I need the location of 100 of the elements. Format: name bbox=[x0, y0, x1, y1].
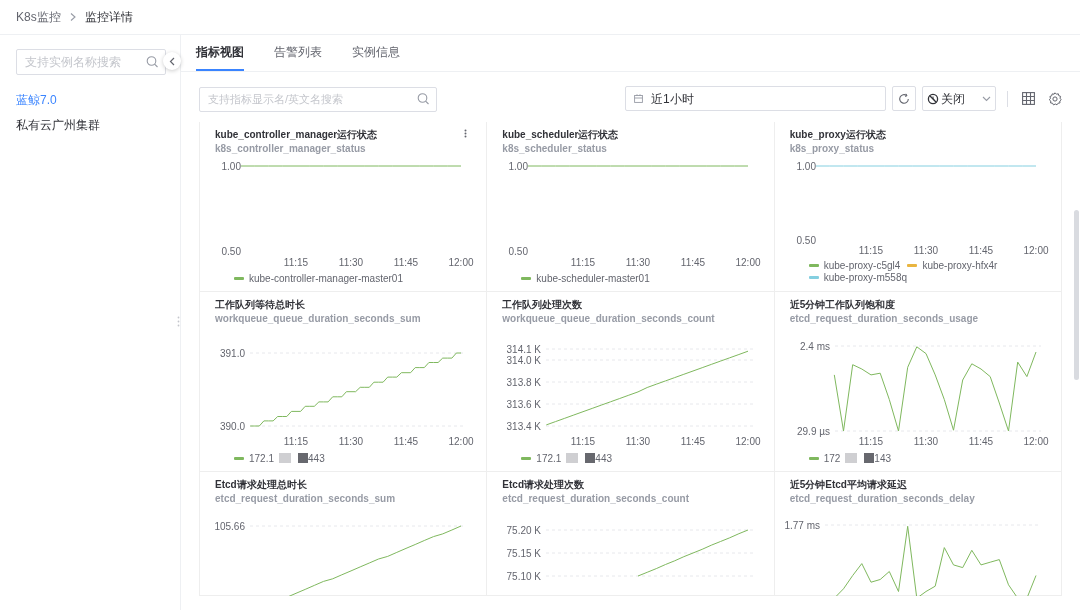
axis-tick-label: 11:45 bbox=[393, 256, 419, 268]
legend-label: 443 bbox=[308, 451, 325, 466]
chart-title: kube_controller_manager运行状态 bbox=[215, 128, 378, 142]
metric-name: etcd_request_duration_seconds_usage bbox=[789, 312, 979, 326]
axis-tick-label: 11:45 bbox=[681, 256, 706, 268]
breadcrumb-item[interactable]: K8s监控 bbox=[16, 8, 61, 26]
chart-title: kube_proxy运行状态 bbox=[789, 128, 886, 142]
chart-title: kube_scheduler运行状态 bbox=[502, 128, 619, 142]
chevron-down-icon bbox=[982, 95, 991, 102]
axis-tick-label: 75.10 K bbox=[506, 570, 542, 582]
legend-label: 143 bbox=[874, 451, 892, 466]
axis-tick-label: 11:15 bbox=[858, 435, 883, 447]
metric-name: etcd_request_duration_seconds_sum bbox=[215, 492, 396, 506]
axis-tick-label: 12:00 bbox=[448, 435, 474, 447]
axis-tick-label: 11:30 bbox=[913, 435, 938, 447]
metric-name: etcd_request_duration_seconds_count bbox=[502, 492, 690, 506]
collapse-button[interactable] bbox=[163, 52, 181, 70]
redaction-block bbox=[864, 453, 875, 463]
instance-item[interactable]: 私有云广州集群 bbox=[8, 112, 172, 137]
legend-label: kube-controller-manager-master01 bbox=[249, 271, 403, 286]
axis-tick-label: 75.15 K bbox=[506, 547, 542, 559]
legend-label: 172.1 bbox=[536, 451, 562, 466]
time-range-value: 近1小时 bbox=[651, 90, 694, 108]
search-field[interactable]: 支持实例名称搜索 bbox=[16, 49, 166, 75]
axis-tick-label: 11:30 bbox=[626, 256, 651, 268]
axis-tick-label: 0.50 bbox=[221, 245, 241, 257]
calendar-icon bbox=[634, 94, 643, 103]
metric-name: k8s_proxy_status bbox=[789, 142, 875, 156]
tab[interactable]: 实例信息 bbox=[352, 35, 400, 71]
legend-label: kube-proxy-hfx4r bbox=[922, 258, 998, 273]
axis-tick-label: 11:45 bbox=[968, 435, 993, 447]
auto-refresh-select[interactable]: 关闭 bbox=[922, 86, 996, 111]
axis-tick-label: 391.0 bbox=[219, 347, 245, 359]
metric-name: workqueue_queue_duration_seconds_sum bbox=[215, 312, 421, 326]
axis-tick-label: 1.00 bbox=[221, 160, 241, 172]
grid-layout-icon[interactable] bbox=[1022, 92, 1035, 105]
axis-tick-label: 11:15 bbox=[858, 244, 883, 256]
axis-tick-label: 313.8 K bbox=[506, 376, 542, 388]
axis-tick-label: 11:30 bbox=[626, 435, 651, 447]
axis-tick-label: 313.4 K bbox=[506, 420, 542, 432]
metric-name: etcd_request_duration_seconds_delay bbox=[789, 492, 975, 506]
settings-icon[interactable] bbox=[1048, 91, 1062, 106]
chart-title: 工作队列处理次数 bbox=[502, 298, 583, 312]
axis-tick-label: 314.0 K bbox=[506, 354, 542, 366]
axis-tick-label: 1.77 ms bbox=[784, 519, 820, 531]
axis-tick-label: 11:15 bbox=[571, 256, 596, 268]
axis-tick-label: 390.0 bbox=[219, 420, 245, 432]
tab[interactable]: 告警列表 bbox=[274, 35, 322, 71]
legend-label: kube-proxy-m558q bbox=[823, 271, 908, 285]
metric-name: k8s_controller_manager_status bbox=[215, 142, 366, 156]
scrollbar[interactable] bbox=[1074, 210, 1079, 380]
axis-tick-label: 11:30 bbox=[338, 435, 364, 447]
axis-tick-label: 11:45 bbox=[968, 244, 993, 256]
chart-title: Etcd请求处理总时长 bbox=[215, 478, 307, 492]
tab[interactable]: 指标视图 bbox=[196, 35, 244, 71]
axis-tick-label: 1.00 bbox=[508, 160, 529, 172]
redaction-block bbox=[298, 453, 309, 463]
axis-tick-label: 11:30 bbox=[913, 244, 938, 256]
metric-name: k8s_scheduler_status bbox=[502, 142, 607, 156]
redaction-block bbox=[585, 453, 596, 463]
auto-refresh-value: 关闭 bbox=[941, 90, 966, 108]
chart-title: 工作队列等待总时长 bbox=[215, 298, 305, 312]
chart-title: 近5分钟工作队列饱和度 bbox=[789, 298, 896, 312]
more-icon[interactable] bbox=[464, 129, 468, 138]
axis-tick-label: 12:00 bbox=[735, 435, 761, 447]
axis-tick-label: 11:30 bbox=[338, 256, 364, 268]
axis-tick-label: 11:45 bbox=[681, 435, 706, 447]
chevron-left-icon bbox=[169, 56, 175, 66]
axis-tick-label: 11:15 bbox=[571, 435, 596, 447]
axis-tick-label: 11:45 bbox=[393, 435, 419, 447]
axis-tick-label: 11:15 bbox=[283, 256, 309, 268]
legend-label: 172.1 bbox=[249, 451, 275, 466]
timer-off-icon bbox=[927, 92, 939, 105]
search-icon bbox=[146, 55, 159, 69]
refresh-icon bbox=[898, 92, 910, 105]
breadcrumb-item: 监控详情 bbox=[84, 9, 133, 26]
axis-tick-label: 75.20 K bbox=[506, 524, 542, 536]
legend-label: 172 bbox=[823, 451, 841, 466]
axis-tick-label: 29.9 µs bbox=[796, 425, 830, 437]
search-icon bbox=[417, 92, 430, 105]
chevron-right-icon bbox=[68, 12, 77, 22]
chart-title: 近5分钟Etcd平均请求延迟 bbox=[789, 478, 907, 492]
time-range-picker[interactable]: 近1小时 bbox=[625, 86, 886, 111]
legend-label: kube-proxy-c5gl4 bbox=[823, 258, 901, 273]
axis-tick-label: 314.1 K bbox=[506, 343, 542, 355]
axis-tick-label: 12:00 bbox=[1023, 244, 1049, 256]
axis-tick-label: 12:00 bbox=[735, 256, 761, 268]
axis-tick-label: 1.00 bbox=[796, 160, 816, 172]
axis-tick-label: 11:15 bbox=[283, 435, 309, 447]
instance-item[interactable]: 蓝鲸7.0 bbox=[8, 87, 172, 112]
refresh-button[interactable] bbox=[892, 86, 916, 111]
legend-label: kube-scheduler-master01 bbox=[536, 271, 650, 286]
metric-name: workqueue_queue_duration_seconds_count bbox=[502, 312, 715, 326]
axis-tick-label: 12:00 bbox=[448, 256, 474, 268]
axis-tick-label: 0.50 bbox=[508, 245, 529, 257]
axis-tick-label: 313.6 K bbox=[506, 398, 542, 410]
axis-tick-label: 105.66 bbox=[214, 520, 245, 532]
axis-tick-label: 2.4 ms bbox=[799, 340, 830, 352]
chart-title: Etcd请求处理次数 bbox=[502, 478, 584, 492]
legend-label: 443 bbox=[595, 451, 613, 466]
